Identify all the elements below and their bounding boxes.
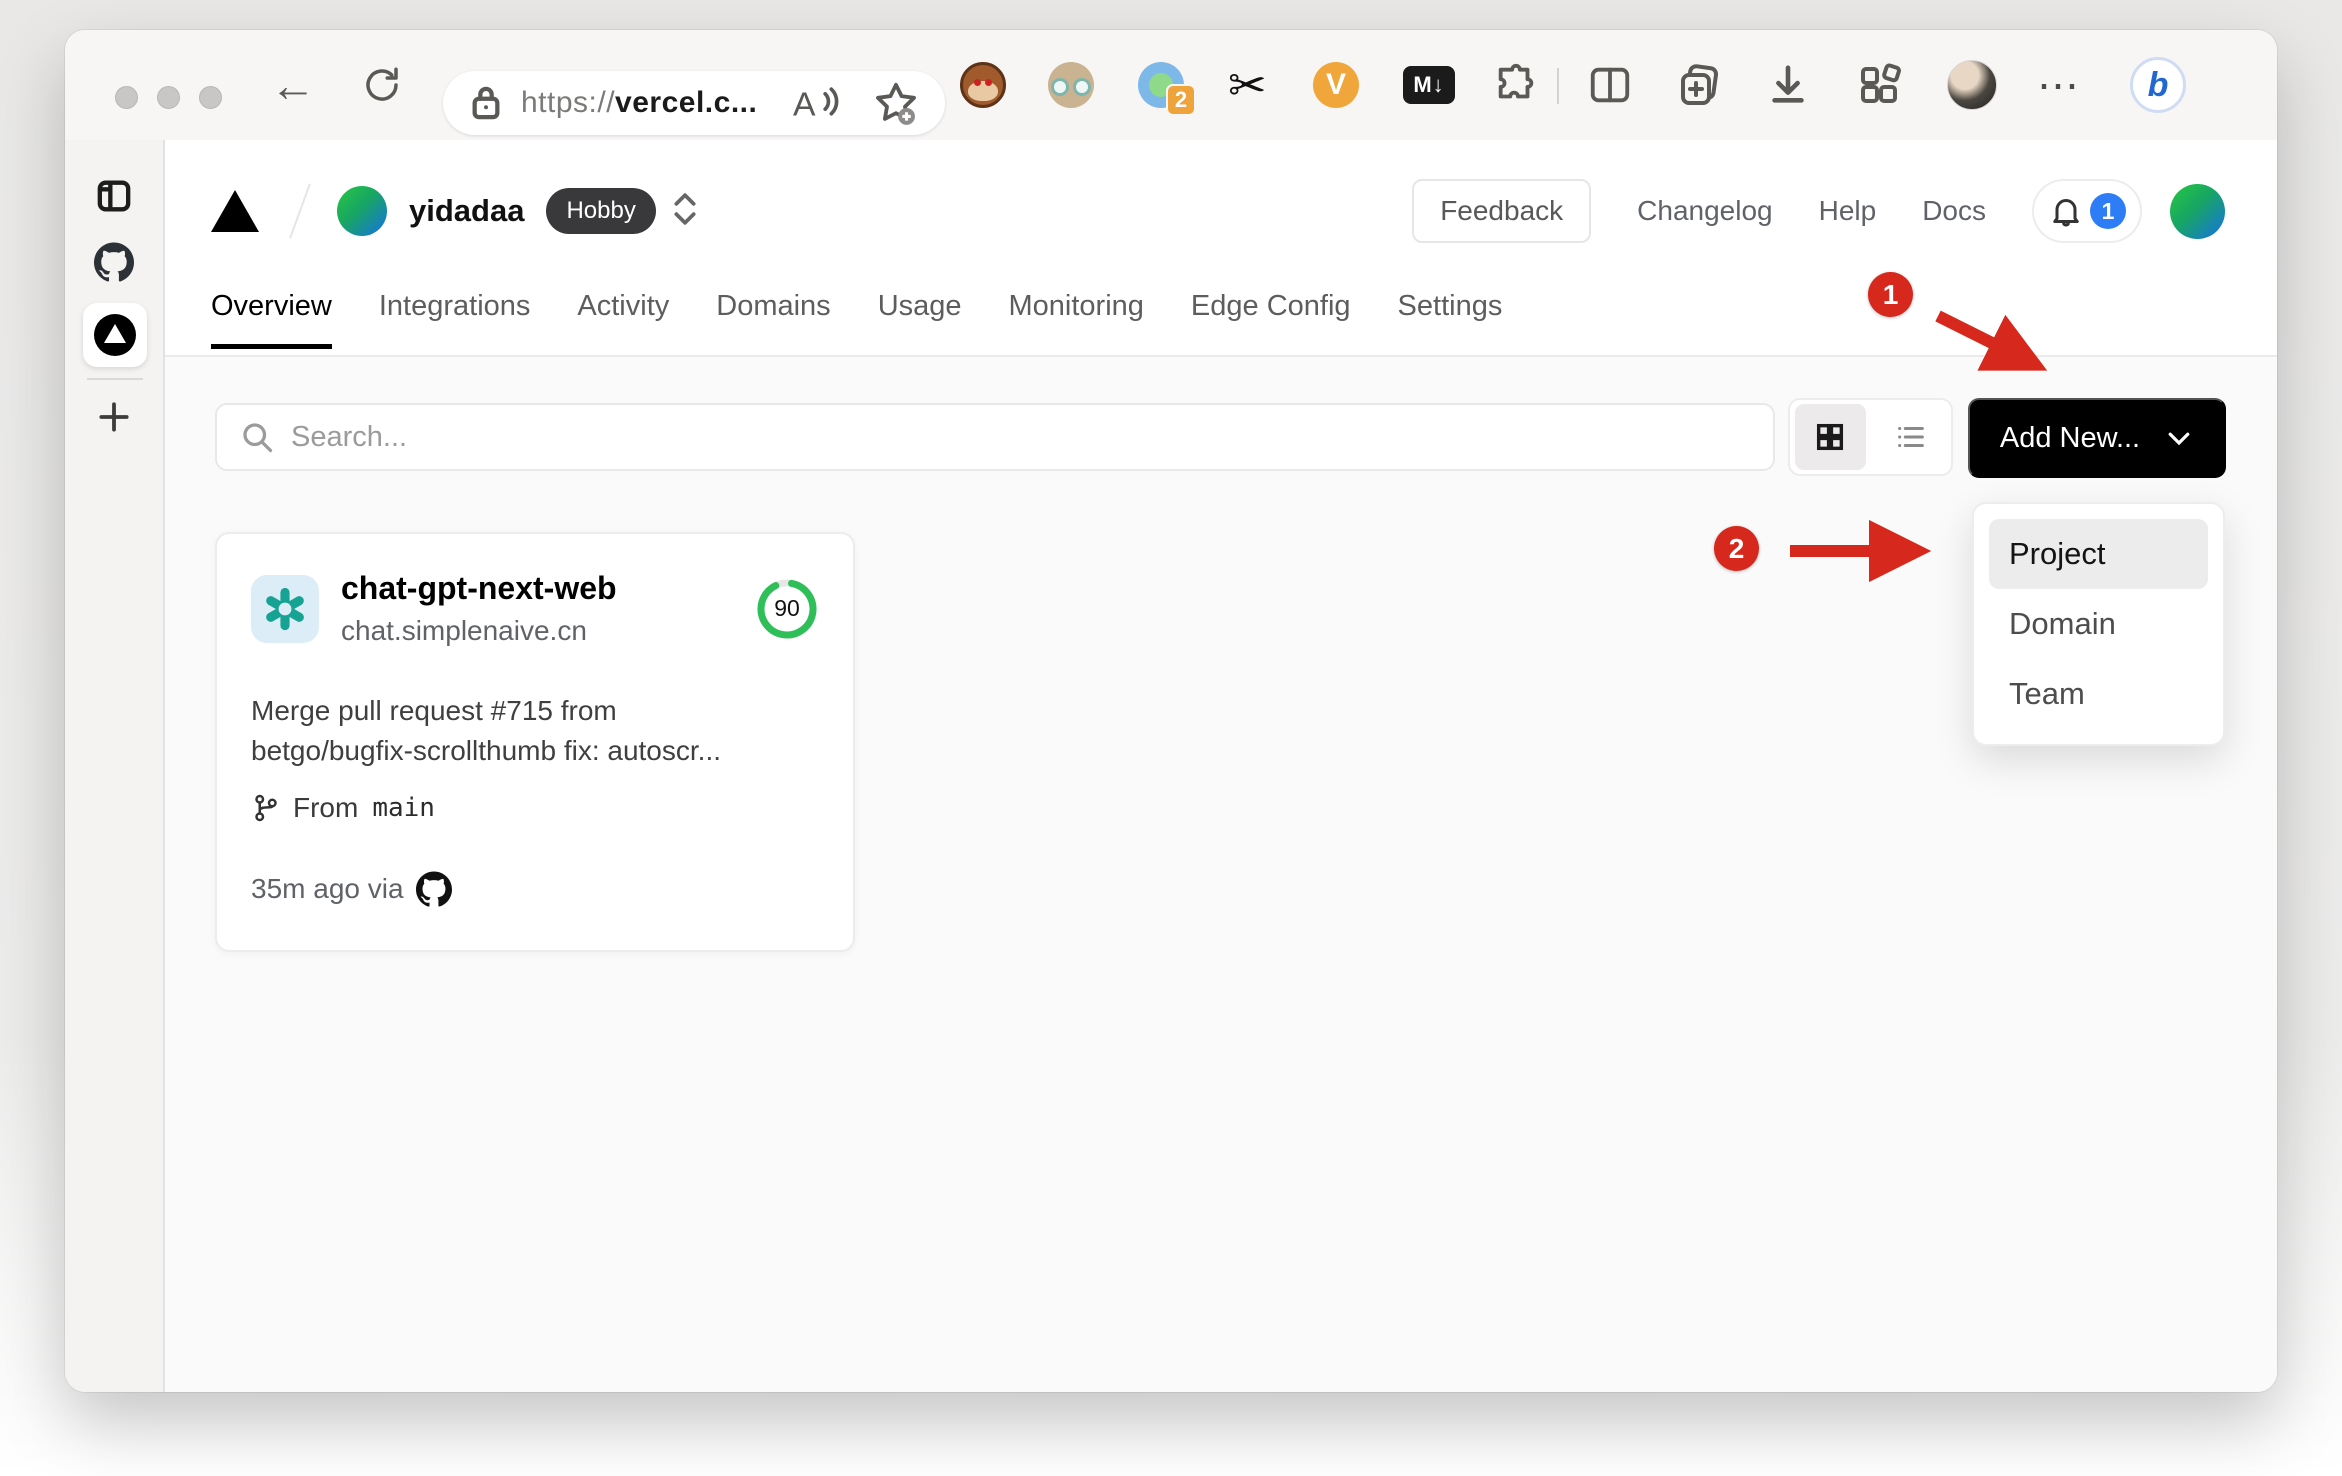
changelog-link[interactable]: Changelog: [1637, 195, 1772, 227]
branch-row: From main: [251, 791, 819, 825]
tampermonkey-extension-icon[interactable]: [960, 62, 1006, 108]
sidebar-divider: [87, 378, 143, 380]
lock-icon: [472, 86, 500, 120]
commit-message[interactable]: Merge pull request #715 from betgo/bugfi…: [251, 691, 819, 771]
breadcrumb-slash: [289, 183, 311, 239]
new-tab-plus-icon[interactable]: [95, 398, 133, 436]
traffic-light-close-button[interactable]: [115, 86, 138, 109]
add-new-button[interactable]: Add New...: [1968, 398, 2226, 478]
capture-extension-icon[interactable]: V: [1313, 62, 1359, 108]
notifications-button[interactable]: 1: [2032, 179, 2142, 243]
project-favicon: [251, 574, 319, 643]
plan-badge: Hobby: [546, 188, 656, 234]
persona-extension-icon[interactable]: [1048, 62, 1094, 108]
dashboard-tabs: Overview Integrations Activity Domains U…: [211, 290, 1502, 349]
branch-name: main: [372, 793, 435, 823]
view-toggle: [1788, 398, 1953, 476]
chevron-down-icon: [2168, 432, 2190, 446]
list-view-icon: [1897, 426, 1924, 448]
from-label: From: [293, 792, 359, 823]
openai-logo-icon: [266, 587, 304, 630]
tab-monitoring[interactable]: Monitoring: [1009, 290, 1144, 349]
browser-window: ← https://vercel.c... A 2 ✂ V M↓ ⋯ b yid…: [65, 30, 2277, 1392]
tab-edge-config[interactable]: Edge Config: [1191, 290, 1351, 349]
project-card[interactable]: chat-gpt-next-web chat.simplenaive.cn 90…: [215, 532, 855, 952]
vercel-tab-active[interactable]: [83, 303, 147, 367]
grid-view-button[interactable]: [1795, 404, 1866, 470]
markdown-extension-icon[interactable]: M↓: [1403, 66, 1455, 104]
traffic-light-minimize-button[interactable]: [157, 86, 180, 109]
dropdown-item-team[interactable]: Team: [1989, 659, 2208, 729]
reload-icon[interactable]: [361, 64, 403, 106]
docs-link[interactable]: Docs: [1922, 195, 1986, 227]
traffic-light-zoom-button[interactable]: [199, 86, 222, 109]
overview-content: Add New...: [165, 357, 2277, 1392]
annotation-step-2: 2: [1714, 526, 1759, 571]
extensions-puzzle-icon[interactable]: [1493, 62, 1539, 108]
translate-extension-icon[interactable]: 2: [1138, 62, 1196, 116]
vercel-dashboard-page: yidadaa Hobby Feedback Changelog Help Do…: [165, 140, 2277, 1392]
team-name[interactable]: yidadaa: [409, 193, 524, 229]
help-link[interactable]: Help: [1819, 195, 1877, 227]
deploy-time: 35m ago via: [251, 873, 404, 904]
annotation-step-1: 1: [1868, 272, 1913, 317]
tab-settings[interactable]: Settings: [1398, 290, 1503, 349]
browser-sidebar: [65, 140, 165, 1392]
translate-badge: 2: [1166, 84, 1196, 116]
project-domain[interactable]: chat.simplenaive.cn: [341, 615, 617, 647]
svg-text:A: A: [793, 85, 816, 123]
score-value: 90: [774, 595, 800, 621]
dropdown-item-domain[interactable]: Domain: [1989, 589, 2208, 659]
feedback-button[interactable]: Feedback: [1412, 179, 1592, 243]
bing-chat-icon[interactable]: b: [2130, 57, 2186, 113]
search-icon: [243, 423, 273, 453]
git-branch-icon: [255, 794, 277, 822]
toolbar-divider: [1557, 68, 1559, 104]
project-name[interactable]: chat-gpt-next-web: [341, 570, 617, 607]
back-icon[interactable]: ←: [270, 58, 316, 112]
lighthouse-score-ring[interactable]: 90: [755, 577, 819, 641]
read-aloud-icon[interactable]: A: [793, 83, 839, 123]
tab-activity[interactable]: Activity: [577, 290, 669, 349]
vercel-favicon: [94, 314, 136, 356]
sidebar-panel-toggle-icon[interactable]: [94, 176, 134, 216]
vercel-logo[interactable]: [211, 190, 259, 232]
deploy-meta-row: 35m ago via: [251, 871, 819, 907]
add-new-label: Add New...: [1999, 421, 2141, 454]
site-header: yidadaa Hobby Feedback Changelog Help Do…: [165, 140, 2277, 357]
tab-usage[interactable]: Usage: [878, 290, 962, 349]
tab-integrations[interactable]: Integrations: [379, 290, 531, 349]
bell-icon: [2053, 199, 2079, 227]
team-avatar[interactable]: [337, 186, 387, 236]
more-menu-icon[interactable]: ⋯: [2037, 61, 2082, 110]
collections-icon[interactable]: [1675, 61, 1723, 109]
browser-toolbar: ← https://vercel.c... A 2 ✂ V M↓ ⋯ b: [65, 30, 2277, 140]
tab-domains[interactable]: Domains: [716, 290, 830, 349]
browser-profile-avatar[interactable]: [1947, 60, 1997, 110]
tab-overview[interactable]: Overview: [211, 290, 332, 349]
github-source-icon: [415, 871, 452, 907]
list-view-button[interactable]: [1876, 404, 1947, 470]
search-input[interactable]: [291, 420, 1751, 454]
address-bar[interactable]: https://vercel.c... A: [443, 71, 945, 135]
apps-grid-icon[interactable]: [1855, 61, 1903, 109]
downloads-icon[interactable]: [1765, 62, 1811, 108]
github-tab-icon[interactable]: [94, 242, 134, 282]
favorite-star-icon[interactable]: [873, 80, 919, 126]
add-new-dropdown: Project Domain Team: [1972, 502, 2225, 746]
url-text: https://vercel.c...: [521, 86, 758, 119]
team-switcher-icon[interactable]: [672, 190, 698, 233]
user-avatar[interactable]: [2170, 183, 2225, 239]
split-screen-icon[interactable]: [1587, 62, 1633, 108]
grid-view-icon: [1817, 423, 1844, 451]
project-search[interactable]: [215, 403, 1775, 471]
dropdown-item-project[interactable]: Project: [1989, 519, 2208, 589]
notification-count-badge: 1: [2090, 193, 2126, 229]
scissors-extension-icon[interactable]: ✂: [1228, 58, 1267, 112]
